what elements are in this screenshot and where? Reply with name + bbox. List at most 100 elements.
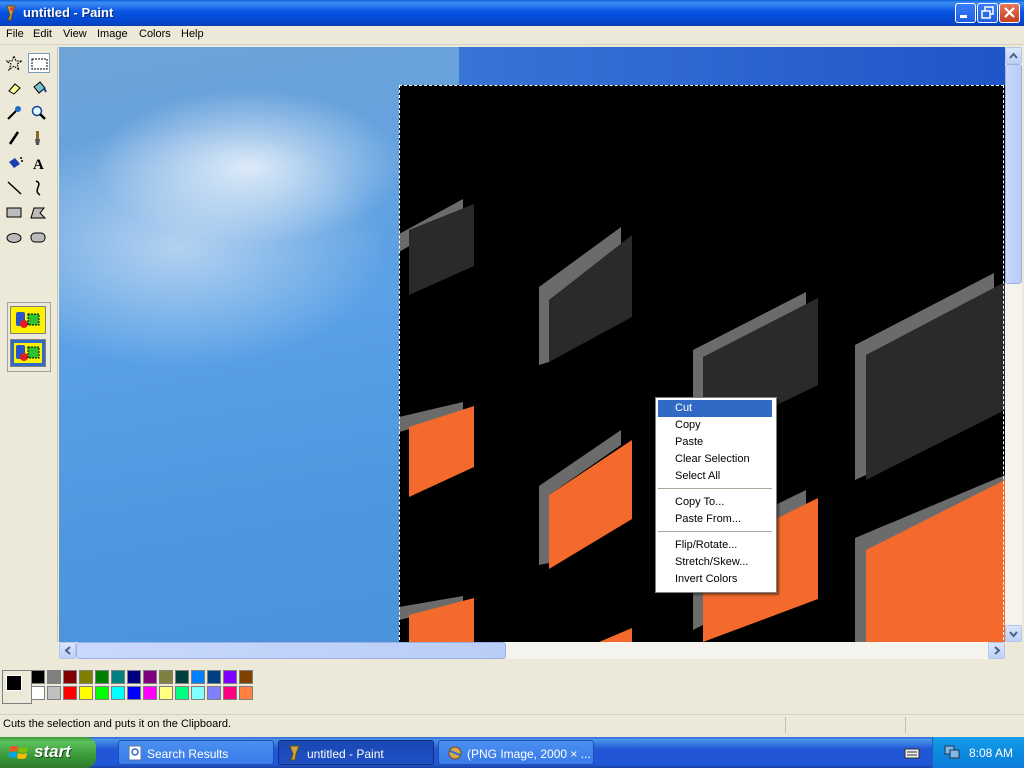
rect-select-icon bbox=[31, 58, 48, 70]
tool-magnifier[interactable] bbox=[28, 103, 50, 123]
ctx-clear-selection[interactable]: Clear Selection bbox=[658, 451, 772, 468]
paint-bucket-icon bbox=[33, 81, 47, 94]
tool-free-form-select[interactable] bbox=[4, 53, 26, 73]
ctx-stretch-skew[interactable]: Stretch/Skew... bbox=[658, 554, 772, 571]
palette-swatch[interactable] bbox=[207, 670, 221, 684]
ctx-separator bbox=[658, 488, 772, 489]
palette-swatch[interactable] bbox=[95, 670, 109, 684]
tool-curve[interactable] bbox=[28, 178, 50, 198]
status-cell-coords bbox=[785, 717, 904, 733]
restore-button[interactable] bbox=[977, 3, 998, 23]
tool-fill[interactable] bbox=[28, 78, 50, 98]
taskbar-label: (PNG Image, 2000 × ... bbox=[467, 747, 591, 761]
system-tray: 8:08 AM bbox=[932, 737, 1024, 768]
menu-edit[interactable]: Edit bbox=[33, 28, 52, 40]
tool-pick-color[interactable] bbox=[4, 103, 26, 123]
ctx-invert-colors[interactable]: Invert Colors bbox=[658, 571, 772, 588]
menu-image[interactable]: Image bbox=[97, 28, 128, 40]
tool-airbrush[interactable] bbox=[4, 153, 26, 173]
clock: 8:08 AM bbox=[969, 746, 1014, 760]
palette-swatch[interactable] bbox=[239, 686, 253, 700]
horizontal-scrollbar[interactable] bbox=[59, 642, 1005, 659]
tool-select[interactable] bbox=[28, 53, 50, 73]
taskbar-png-image[interactable]: (PNG Image, 2000 × ... bbox=[438, 740, 594, 765]
transparent-selection-icon bbox=[14, 343, 42, 363]
arrow-up-icon bbox=[1009, 52, 1018, 59]
ctx-paste[interactable]: Paste bbox=[658, 434, 772, 451]
tool-polygon[interactable] bbox=[28, 203, 50, 223]
taskbar-search-results[interactable]: Search Results bbox=[118, 740, 274, 765]
horizontal-scroll-thumb[interactable] bbox=[76, 642, 506, 659]
network-tray-icon[interactable] bbox=[943, 744, 961, 760]
palette-swatch[interactable] bbox=[143, 670, 157, 684]
tool-brush[interactable] bbox=[28, 128, 50, 148]
curve-icon bbox=[35, 180, 41, 196]
palette-swatch[interactable] bbox=[63, 670, 77, 684]
tool-eraser[interactable] bbox=[4, 78, 26, 98]
palette-swatch[interactable] bbox=[127, 670, 141, 684]
palette-swatch[interactable] bbox=[79, 670, 93, 684]
taskbar-paint[interactable]: untitled - Paint bbox=[278, 740, 434, 765]
color-palette bbox=[0, 661, 1024, 713]
menu-view[interactable]: View bbox=[63, 28, 87, 40]
ctx-copy-to[interactable]: Copy To... bbox=[658, 494, 772, 511]
ctx-select-all[interactable]: Select All bbox=[658, 468, 772, 485]
star-select-icon bbox=[6, 55, 24, 71]
palette-swatch[interactable] bbox=[175, 670, 189, 684]
paint-app-icon bbox=[6, 5, 16, 21]
palette-swatch[interactable] bbox=[63, 686, 77, 700]
arrow-down-icon bbox=[1009, 631, 1018, 638]
tool-ellipse[interactable] bbox=[4, 228, 26, 248]
palette-swatch[interactable] bbox=[127, 686, 141, 700]
tool-text[interactable]: A bbox=[28, 153, 50, 173]
keyboard-tray-icon[interactable] bbox=[904, 746, 920, 760]
palette-swatch[interactable] bbox=[79, 686, 93, 700]
tool-line[interactable] bbox=[4, 178, 26, 198]
eyedropper-icon bbox=[7, 106, 21, 120]
palette-swatch[interactable] bbox=[223, 670, 237, 684]
svg-text:A: A bbox=[33, 157, 44, 171]
palette-swatch[interactable] bbox=[175, 686, 189, 700]
palette-swatch[interactable] bbox=[143, 686, 157, 700]
palette-swatch[interactable] bbox=[31, 670, 45, 684]
palette-swatch[interactable] bbox=[239, 670, 253, 684]
scroll-down-button[interactable] bbox=[1005, 625, 1022, 642]
tool-rectangle[interactable] bbox=[4, 203, 26, 223]
vertical-scrollbar[interactable] bbox=[1005, 47, 1022, 642]
close-button[interactable] bbox=[999, 3, 1020, 23]
ctx-copy[interactable]: Copy bbox=[658, 417, 772, 434]
palette-swatch[interactable] bbox=[47, 670, 61, 684]
menu-file[interactable]: File bbox=[6, 28, 24, 40]
vertical-scroll-thumb[interactable] bbox=[1005, 64, 1022, 284]
opaque-option[interactable] bbox=[10, 306, 46, 334]
palette-swatch[interactable] bbox=[47, 686, 61, 700]
current-colors[interactable] bbox=[2, 670, 32, 704]
tool-rounded-rectangle[interactable] bbox=[28, 228, 50, 248]
drawing-canvas[interactable] bbox=[59, 47, 1005, 642]
scrollbar-corner bbox=[1005, 642, 1022, 659]
palette-swatch[interactable] bbox=[191, 686, 205, 700]
palette-swatch[interactable] bbox=[31, 686, 45, 700]
scroll-left-button[interactable] bbox=[59, 642, 76, 659]
ctx-paste-from[interactable]: Paste From... bbox=[658, 511, 772, 528]
minimize-button[interactable] bbox=[955, 3, 976, 23]
palette-swatch[interactable] bbox=[191, 670, 205, 684]
start-button[interactable]: start bbox=[0, 737, 96, 768]
scroll-right-button[interactable] bbox=[988, 642, 1005, 659]
palette-swatch[interactable] bbox=[111, 686, 125, 700]
menu-bar: File Edit View Image Colors Help bbox=[0, 26, 1024, 45]
ctx-cut[interactable]: Cut bbox=[658, 400, 772, 417]
palette-swatch[interactable] bbox=[111, 670, 125, 684]
transparent-option[interactable] bbox=[10, 339, 46, 367]
palette-swatch[interactable] bbox=[159, 670, 173, 684]
scroll-up-button[interactable] bbox=[1005, 47, 1022, 64]
menu-help[interactable]: Help bbox=[181, 28, 204, 40]
palette-swatch[interactable] bbox=[95, 686, 109, 700]
palette-swatch[interactable] bbox=[223, 686, 237, 700]
opaque-selection-icon bbox=[14, 310, 42, 330]
palette-swatch[interactable] bbox=[159, 686, 173, 700]
ctx-flip-rotate[interactable]: Flip/Rotate... bbox=[658, 537, 772, 554]
tool-pencil[interactable] bbox=[4, 128, 26, 148]
palette-swatch[interactable] bbox=[207, 686, 221, 700]
menu-colors[interactable]: Colors bbox=[139, 28, 171, 40]
